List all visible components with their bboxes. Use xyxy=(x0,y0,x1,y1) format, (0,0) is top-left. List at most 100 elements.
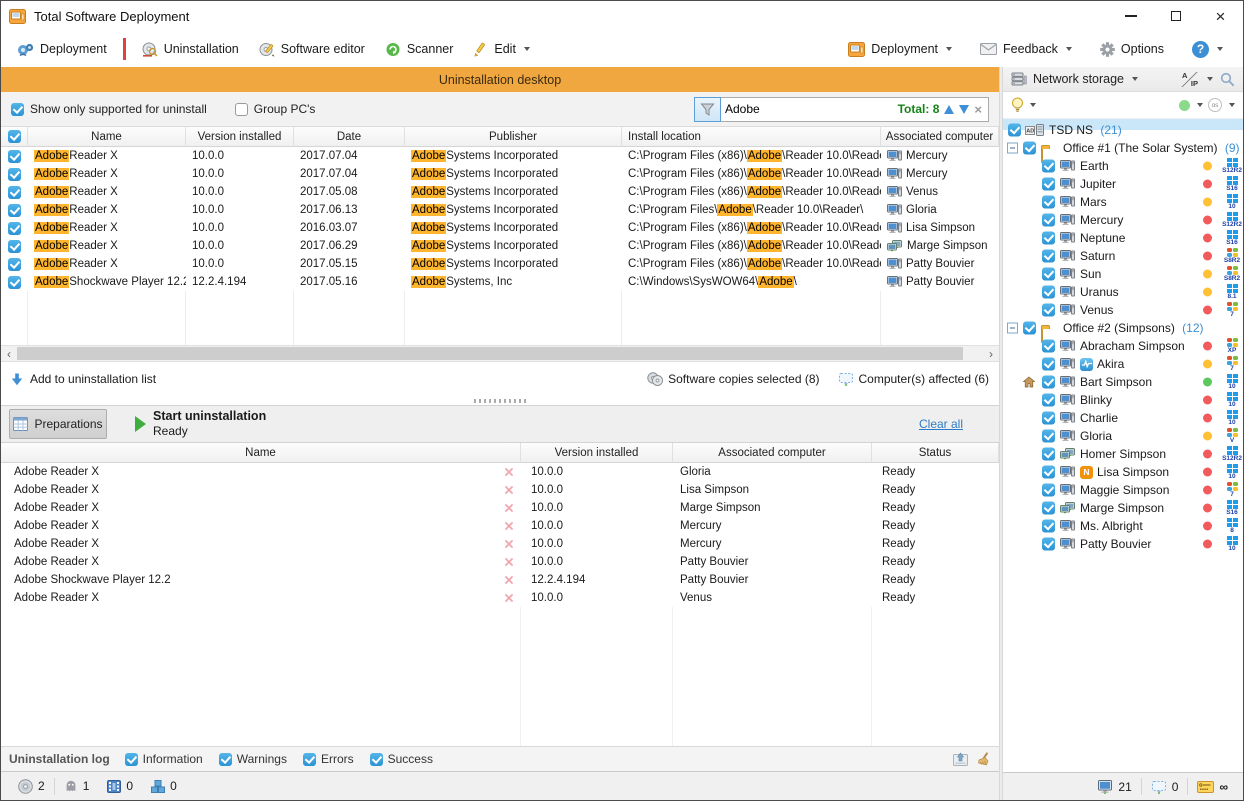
queue-row[interactable]: Adobe Reader X10.0.0Marge SimpsonReady xyxy=(1,499,999,517)
export-log-button[interactable] xyxy=(953,752,968,766)
filter-funnel-button[interactable] xyxy=(694,97,721,122)
feedback-button[interactable]: Feedback xyxy=(970,37,1082,61)
search-icon[interactable] xyxy=(1220,72,1235,87)
tree-item-blinky[interactable]: Blinky10 xyxy=(1003,391,1243,409)
splitter-handle[interactable] xyxy=(1,396,999,405)
row-checkbox[interactable] xyxy=(8,222,21,235)
tree-checkbox[interactable] xyxy=(1042,214,1055,227)
tree-checkbox[interactable] xyxy=(1042,358,1055,371)
show-supported-checkbox[interactable] xyxy=(11,103,24,116)
tree-checkbox[interactable] xyxy=(1042,268,1055,281)
edit-button[interactable]: Edit xyxy=(463,37,540,62)
scroll-right-arrow[interactable]: › xyxy=(983,346,999,361)
queue-row[interactable]: Adobe Reader X10.0.0VenusReady xyxy=(1,589,999,607)
tree-item-earth[interactable]: EarthS12R2 xyxy=(1003,157,1243,175)
tree-collapse-icon[interactable] xyxy=(1007,143,1018,154)
tree-checkbox[interactable] xyxy=(1023,142,1036,155)
tree-item-maggie-simpson[interactable]: Maggie Simpson7 xyxy=(1003,481,1243,499)
tree-item-mars[interactable]: Mars10 xyxy=(1003,193,1243,211)
tree-checkbox[interactable] xyxy=(1042,304,1055,317)
tree-checkbox[interactable] xyxy=(1042,178,1055,191)
row-checkbox[interactable] xyxy=(8,276,21,289)
scrollbar-thumb[interactable] xyxy=(17,347,963,360)
software-row[interactable]: Adobe Reader X10.0.02017.06.29Adobe Syst… xyxy=(1,237,999,255)
row-checkbox[interactable] xyxy=(8,240,21,253)
tree-checkbox[interactable] xyxy=(1042,232,1055,245)
options-button[interactable]: Options xyxy=(1090,37,1174,62)
tree-item-venus[interactable]: Venus7 xyxy=(1003,301,1243,319)
tree-item-ms-albright[interactable]: Ms. Albright8 xyxy=(1003,517,1243,535)
software-row[interactable]: Adobe Shockwave Player 12.212.2.4.194201… xyxy=(1,273,999,291)
tree-group-office-2-simpsons[interactable]: Office #2 (Simpsons) (12) xyxy=(1003,319,1243,337)
select-all-checkbox[interactable] xyxy=(8,130,21,143)
tree-checkbox[interactable] xyxy=(1042,448,1055,461)
row-checkbox[interactable] xyxy=(8,186,21,199)
tree-checkbox[interactable] xyxy=(1023,322,1036,335)
software-row[interactable]: Adobe Reader X10.0.02017.07.04Adobe Syst… xyxy=(1,165,999,183)
tree-item-patty-bouvier[interactable]: Patty Bouvier10 xyxy=(1003,535,1243,553)
column-header-date[interactable]: Date xyxy=(294,127,405,147)
tree-checkbox[interactable] xyxy=(1008,124,1021,137)
tree-collapse-icon[interactable] xyxy=(1007,323,1018,334)
software-editor-button[interactable]: Software editor xyxy=(249,37,375,62)
queue-row[interactable]: Adobe Reader X10.0.0Patty BouvierReady xyxy=(1,553,999,571)
remove-from-queue-icon[interactable] xyxy=(505,558,513,566)
uninstallation-mode-button[interactable]: Uninstallation xyxy=(132,37,249,62)
column-header-publisher[interactable]: Publisher xyxy=(405,127,622,147)
tree-item-jupiter[interactable]: JupiterS16 xyxy=(1003,175,1243,193)
tree-checkbox[interactable] xyxy=(1042,196,1055,209)
queue-row[interactable]: Adobe Reader X10.0.0MercuryReady xyxy=(1,535,999,553)
tree-checkbox[interactable] xyxy=(1042,376,1055,389)
remove-from-queue-icon[interactable] xyxy=(505,576,513,584)
find-previous-arrow[interactable] xyxy=(944,105,954,114)
tree-checkbox[interactable] xyxy=(1042,430,1055,443)
scroll-left-arrow[interactable]: ‹ xyxy=(1,346,17,361)
tree-checkbox[interactable] xyxy=(1042,502,1055,515)
tree-checkbox[interactable] xyxy=(1042,340,1055,353)
tree-item-homer-simpson[interactable]: Homer SimpsonS12R2 xyxy=(1003,445,1243,463)
tree-checkbox[interactable] xyxy=(1042,250,1055,263)
start-uninstallation-button[interactable]: Start uninstallation Ready xyxy=(153,409,266,438)
tree-item-lisa-simpson[interactable]: NLisa Simpson10 xyxy=(1003,463,1243,481)
horizontal-scrollbar[interactable]: ‹ › xyxy=(1,345,999,362)
remove-from-queue-icon[interactable] xyxy=(505,504,513,512)
remove-from-queue-icon[interactable] xyxy=(505,468,513,476)
search-input[interactable] xyxy=(725,102,893,116)
tree-item-saturn[interactable]: SaturnS8R2 xyxy=(1003,247,1243,265)
log-information-checkbox[interactable] xyxy=(125,753,138,766)
tree-checkbox[interactable] xyxy=(1042,520,1055,533)
tree-checkbox[interactable] xyxy=(1042,160,1055,173)
tree-item-sun[interactable]: SunS8R2 xyxy=(1003,265,1243,283)
software-row[interactable]: Adobe Reader X10.0.02017.05.15Adobe Syst… xyxy=(1,255,999,273)
software-row[interactable]: Adobe Reader X10.0.02017.06.13Adobe Syst… xyxy=(1,201,999,219)
minimize-button[interactable] xyxy=(1108,1,1153,31)
log-errors-checkbox[interactable] xyxy=(303,753,316,766)
tree-checkbox[interactable] xyxy=(1042,484,1055,497)
os-filter-icon[interactable]: os xyxy=(1208,98,1222,112)
tree-item-mercury[interactable]: MercuryS12R2 xyxy=(1003,211,1243,229)
remove-from-queue-icon[interactable] xyxy=(505,594,513,602)
clear-all-link[interactable]: Clear all xyxy=(919,417,963,431)
group-pcs-checkbox[interactable] xyxy=(235,103,248,116)
clear-search-icon[interactable]: × xyxy=(974,103,982,116)
preparations-tab[interactable]: Preparations xyxy=(9,409,107,439)
software-row[interactable]: Adobe Reader X10.0.02017.07.04Adobe Syst… xyxy=(1,147,999,165)
queue-row[interactable]: Adobe Reader X10.0.0GloriaReady xyxy=(1,463,999,481)
tree-checkbox[interactable] xyxy=(1042,394,1055,407)
tree-checkbox[interactable] xyxy=(1042,286,1055,299)
tree-item-bart-simpson[interactable]: Bart Simpson10 xyxy=(1003,373,1243,391)
software-row[interactable]: Adobe Reader X10.0.02017.05.08Adobe Syst… xyxy=(1,183,999,201)
row-checkbox[interactable] xyxy=(8,258,21,271)
chevron-down-icon[interactable] xyxy=(1132,77,1138,81)
tree-item-akira[interactable]: Akira7 xyxy=(1003,355,1243,373)
queue-row[interactable]: Adobe Reader X10.0.0Lisa SimpsonReady xyxy=(1,481,999,499)
queue-column-header-associated-computer[interactable]: Associated computer xyxy=(673,443,872,463)
chevron-down-icon[interactable] xyxy=(1197,103,1203,107)
log-warnings-checkbox[interactable] xyxy=(219,753,232,766)
row-checkbox[interactable] xyxy=(8,150,21,163)
tree-item-gloria[interactable]: GloriaV xyxy=(1003,427,1243,445)
queue-row[interactable]: Adobe Shockwave Player 12.212.2.4.194Pat… xyxy=(1,571,999,589)
chevron-down-icon[interactable] xyxy=(1229,103,1235,107)
tree-item-neptune[interactable]: NeptuneS16 xyxy=(1003,229,1243,247)
tree-item-charlie[interactable]: Charlie10 xyxy=(1003,409,1243,427)
